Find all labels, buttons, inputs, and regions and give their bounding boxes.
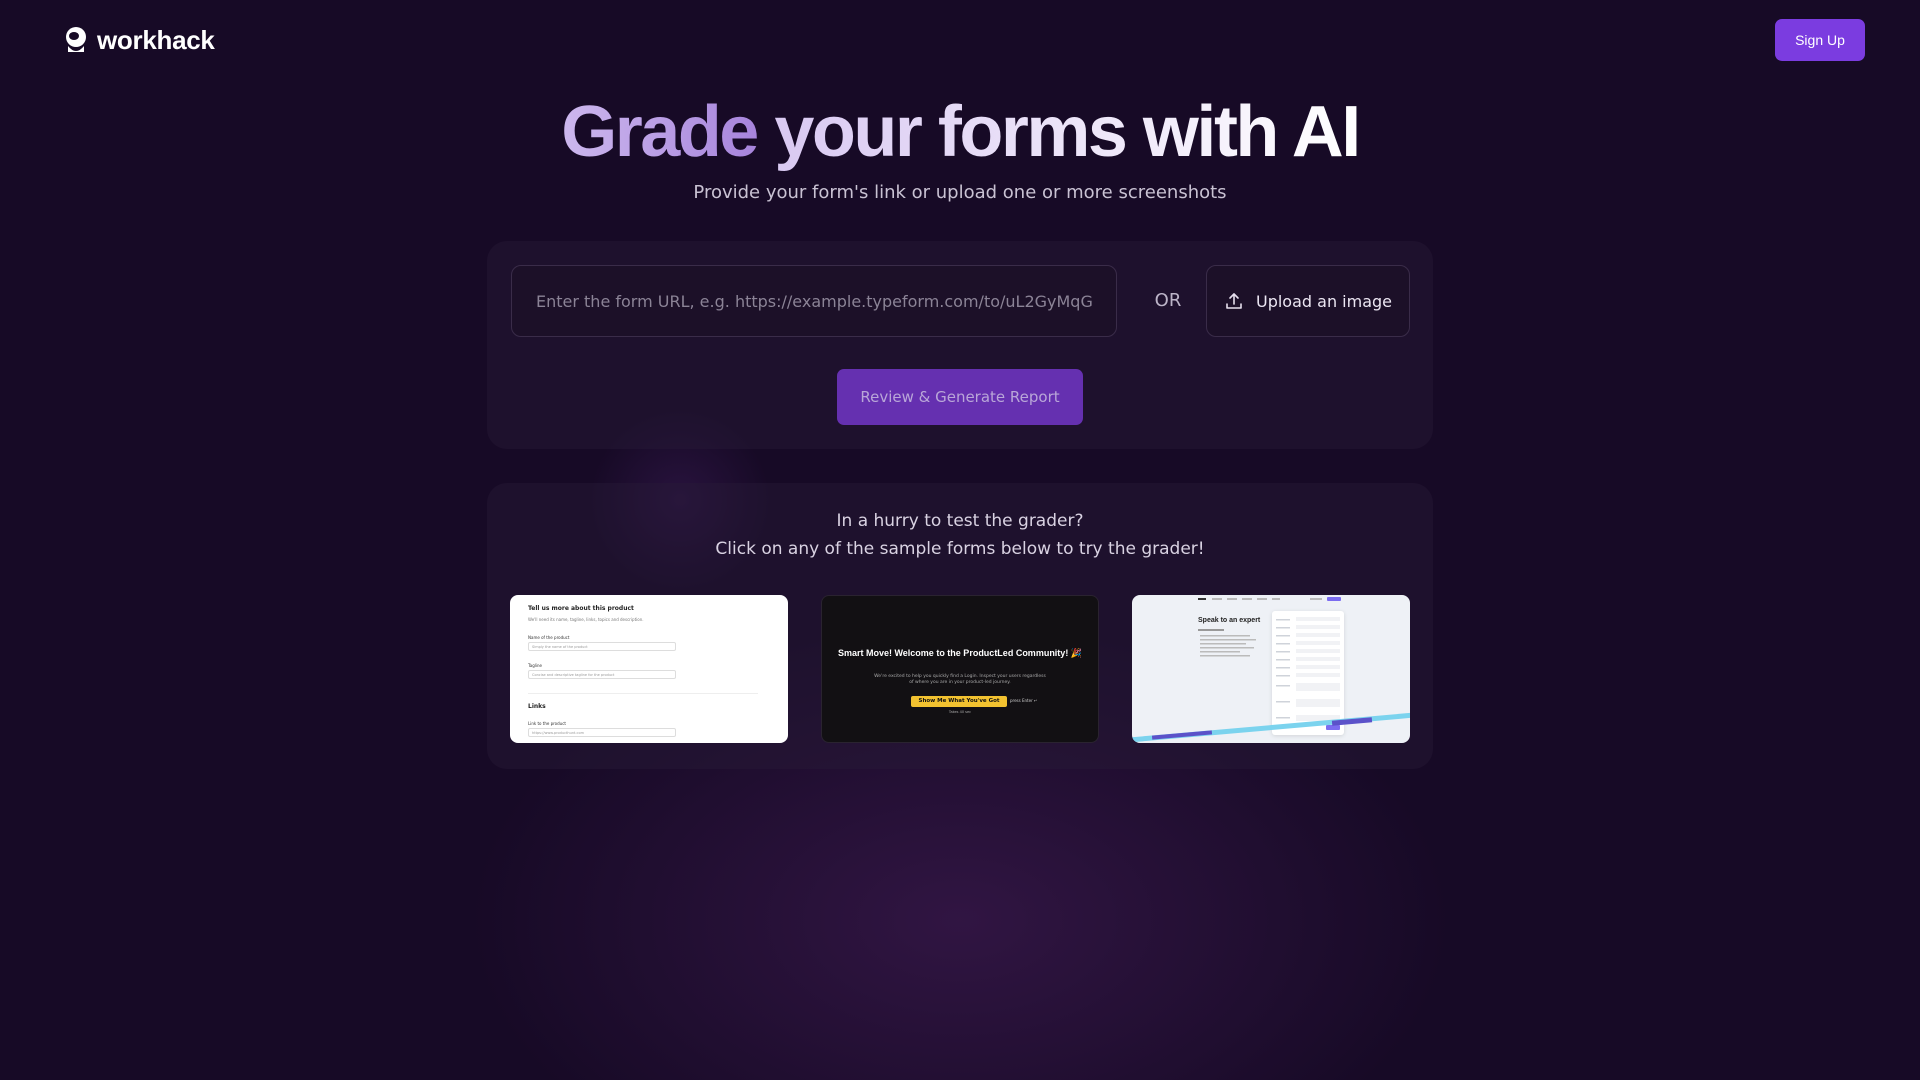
sample2-footnote: Takes 40 sec [948,710,972,714]
sample-forms-panel: In a hurry to test the grader? Click on … [487,483,1433,769]
sample3-form-card [1272,611,1344,735]
sample-form-thumbnail-1[interactable]: Tell us more about this product We'll ne… [510,595,788,743]
sample-form-thumbnail-3[interactable]: Speak to an expert [1132,595,1410,743]
input-panel: OR Upload an image Review & Generate Rep… [487,241,1433,449]
sample3-navbar [1198,597,1341,601]
upload-image-label: Upload an image [1255,291,1392,311]
sample3-bullets [1198,629,1256,657]
or-separator: OR [1154,290,1182,311]
title-accent: Grade [561,92,759,172]
sample2-body: We're excited to help you quickly find a… [874,674,1046,685]
astronaut-helmet-icon [66,27,86,52]
upload-icon [1226,293,1242,309]
sample2-cta: Show Me What You've Got [911,696,1007,707]
sample1-field3-label: Link to the product [528,721,566,726]
sample1-field3-box: https://www.producthunt.com [528,728,676,737]
brand-logo[interactable]: workhack [64,24,215,56]
sample1-heading: Tell us more about this product [528,605,634,612]
sample-form-thumbnail-2[interactable]: Smart Move! Welcome to the ProductLed Co… [821,595,1099,743]
title-rest: your forms with AI [774,92,1361,172]
upload-image-button[interactable]: Upload an image [1206,265,1410,337]
sample1-field2-box: Concise and descriptive tagline for the … [528,670,676,679]
sample1-divider [528,693,758,694]
sample3-form-fields [1276,617,1340,730]
form-url-input[interactable] [511,265,1117,337]
brand-name: workhack [97,24,215,55]
sign-up-button[interactable]: Sign Up [1775,19,1865,61]
top-bar: workhack Sign Up [0,0,1920,80]
page-title: Grade your forms with AI [0,88,1920,176]
page-subtitle: Provide your form's link or upload one o… [693,182,1227,203]
sample3-heading: Speak to an expert [1198,617,1261,624]
sample1-field2-label: Tagline [528,663,542,668]
sample2-heading: Smart Move! Welcome to the ProductLed Co… [837,648,1083,658]
sample1-field1-label: Name of the product [528,635,570,640]
sample3-stripe [1151,730,1213,740]
samples-prompt-line-2: Click on any of the sample forms below t… [715,539,1205,559]
samples-prompt-line-1: In a hurry to test the grader? [836,511,1084,531]
sample1-section-heading: Links [528,703,546,710]
sample1-field1-box: Simply the name of the product [528,642,676,651]
review-generate-report-button[interactable]: Review & Generate Report [837,369,1083,425]
sample2-secondary: press Enter ↵ [1010,698,1038,703]
sample1-subheading: We'll need its name, tagline, links, top… [528,617,644,622]
